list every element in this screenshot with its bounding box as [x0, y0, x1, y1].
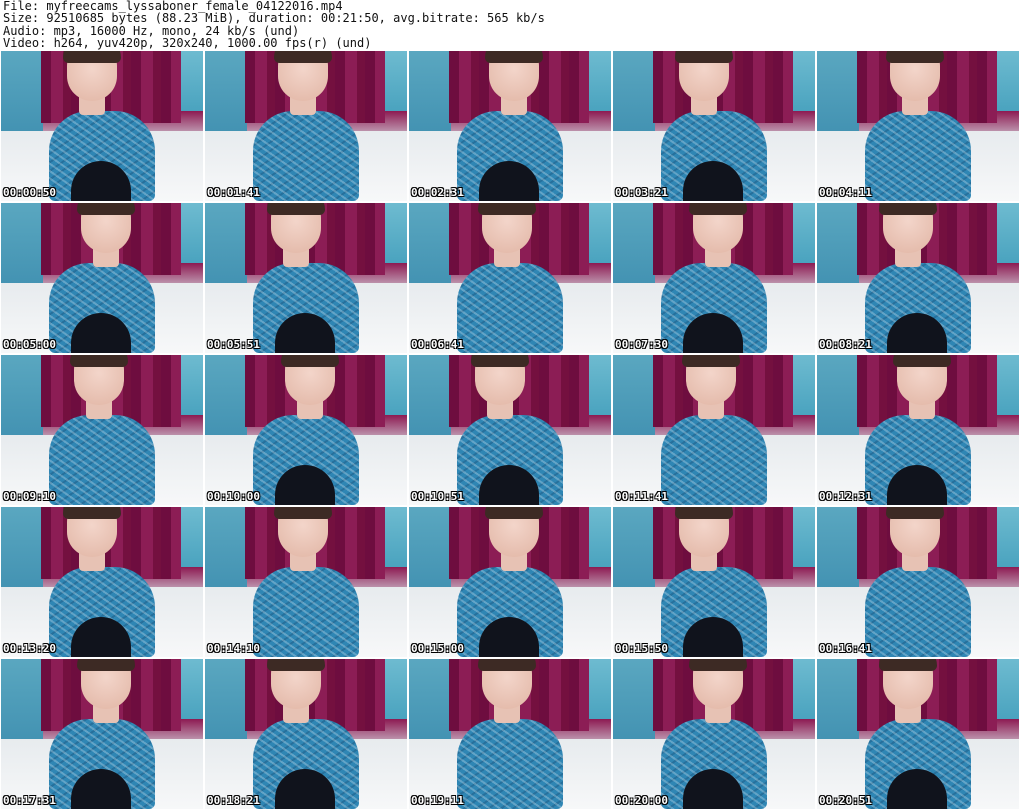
thumbnail-timestamp: 00:13:20: [3, 642, 56, 655]
thumbnail-sweater: [253, 567, 359, 657]
thumbnail-hair: [682, 355, 740, 367]
thumbnail-hair: [879, 203, 937, 215]
thumbnail-hair: [485, 507, 543, 519]
file-size-line: Size: 92510685 bytes (88.23 MiB), durati…: [3, 11, 545, 26]
thumbnail-timestamp: 00:05:51: [207, 338, 260, 351]
thumbnail-hair: [471, 355, 529, 367]
thumbnail-hair: [879, 659, 937, 671]
thumbnail-sweater: [865, 567, 971, 657]
video-thumbnail[interactable]: 00:00:50: [1, 51, 203, 201]
thumbnail-hair: [893, 355, 951, 367]
thumbnail-hair: [274, 507, 332, 519]
thumbnail-timestamp: 00:00:50: [3, 186, 56, 199]
thumbnail-hair: [689, 659, 747, 671]
video-thumbnail[interactable]: 00:15:00: [409, 507, 611, 657]
video-thumbnail[interactable]: 00:05:00: [1, 203, 203, 353]
video-thumbnail[interactable]: 00:14:10: [205, 507, 407, 657]
video-thumbnail[interactable]: 00:20:51: [817, 659, 1019, 809]
video-thumbnail[interactable]: 00:15:50: [613, 507, 815, 657]
thumbnail-timestamp: 00:06:41: [411, 338, 464, 351]
thumbnail-hair: [886, 51, 944, 63]
thumbnail-hair: [267, 659, 325, 671]
video-thumbnail[interactable]: 00:07:30: [613, 203, 815, 353]
video-thumbnail[interactable]: 00:19:11: [409, 659, 611, 809]
video-thumbnail[interactable]: 00:11:41: [613, 355, 815, 505]
thumbnail-sweater: [457, 719, 563, 809]
thumbnail-hair: [675, 507, 733, 519]
thumbnail-timestamp: 00:05:00: [3, 338, 56, 351]
thumbnail-timestamp: 00:14:10: [207, 642, 260, 655]
thumbnail-timestamp: 00:07:30: [615, 338, 668, 351]
thumbnail-timestamp: 00:02:31: [411, 186, 464, 199]
thumbnail-timestamp: 00:18:21: [207, 794, 260, 807]
thumbnail-timestamp: 00:09:10: [3, 490, 56, 503]
thumbnail-timestamp: 00:20:00: [615, 794, 668, 807]
thumbnail-sweater: [661, 415, 767, 505]
thumbnail-sweater: [457, 263, 563, 353]
video-thumbnail[interactable]: 00:08:21: [817, 203, 1019, 353]
thumbnail-hair: [675, 51, 733, 63]
video-thumbnail[interactable]: 00:17:31: [1, 659, 203, 809]
thumbnail-hair: [274, 51, 332, 63]
thumbnail-timestamp: 00:03:21: [615, 186, 668, 199]
video-thumbnail[interactable]: 00:12:31: [817, 355, 1019, 505]
thumbnail-timestamp: 00:10:51: [411, 490, 464, 503]
thumbnail-sweater: [865, 111, 971, 201]
video-thumbnail[interactable]: 00:20:00: [613, 659, 815, 809]
video-thumbnail[interactable]: 00:09:10: [1, 355, 203, 505]
thumbnail-timestamp: 00:01:41: [207, 186, 260, 199]
thumbnail-timestamp: 00:12:31: [819, 490, 872, 503]
thumbnail-timestamp: 00:15:00: [411, 642, 464, 655]
thumbnail-timestamp: 00:20:51: [819, 794, 872, 807]
thumbnail-hair: [478, 659, 536, 671]
file-info-header: File: myfreecams_lyssaboner_female_04122…: [3, 0, 1018, 50]
video-thumbnail[interactable]: 00:01:41: [205, 51, 407, 201]
thumbnail-hair: [77, 203, 135, 215]
thumbnail-timestamp: 00:16:41: [819, 642, 872, 655]
video-thumbnail[interactable]: 00:16:41: [817, 507, 1019, 657]
video-thumbnail[interactable]: 00:10:00: [205, 355, 407, 505]
video-thumbnail[interactable]: 00:05:51: [205, 203, 407, 353]
thumbnail-hair: [478, 203, 536, 215]
thumbnail-timestamp: 00:15:50: [615, 642, 668, 655]
thumbnail-timestamp: 00:08:21: [819, 338, 872, 351]
thumbnail-hair: [63, 507, 121, 519]
video-thumbnail[interactable]: 00:02:31: [409, 51, 611, 201]
thumbnail-hair: [689, 203, 747, 215]
thumbnail-hair: [70, 355, 128, 367]
thumbnail-hair: [77, 659, 135, 671]
thumbnail-timestamp: 00:04:11: [819, 186, 872, 199]
thumbnail-timestamp: 00:10:00: [207, 490, 260, 503]
video-thumbnail[interactable]: 00:10:51: [409, 355, 611, 505]
thumbnail-grid: 00:00:50 00:01:41 00:02:31 00:03:21 00:04:11…: [1, 51, 1023, 811]
video-thumbnail[interactable]: 00:13:20: [1, 507, 203, 657]
video-thumbnail[interactable]: 00:18:21: [205, 659, 407, 809]
thumbnail-hair: [485, 51, 543, 63]
video-thumbnail[interactable]: 00:06:41: [409, 203, 611, 353]
thumbnail-hair: [267, 203, 325, 215]
thumbnail-sweater: [49, 415, 155, 505]
thumbnail-timestamp: 00:11:41: [615, 490, 668, 503]
thumbnail-timestamp: 00:17:31: [3, 794, 56, 807]
video-thumbnail[interactable]: 00:04:11: [817, 51, 1019, 201]
thumbnail-sweater: [253, 111, 359, 201]
video-info-line: Video: h264, yuv420p, 320x240, 1000.00 f…: [3, 36, 372, 51]
thumbnail-hair: [886, 507, 944, 519]
thumbnail-hair: [281, 355, 339, 367]
video-thumbnail[interactable]: 00:03:21: [613, 51, 815, 201]
thumbnail-timestamp: 00:19:11: [411, 794, 464, 807]
thumbnail-hair: [63, 51, 121, 63]
